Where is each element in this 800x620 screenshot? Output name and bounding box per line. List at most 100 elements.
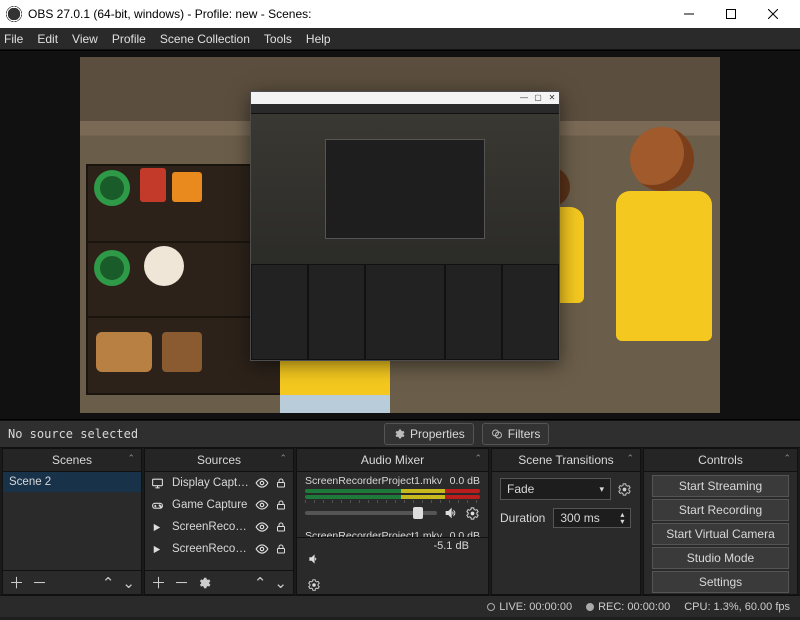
- play-icon: [151, 544, 166, 555]
- source-up-button[interactable]: ⌃: [254, 574, 267, 592]
- transition-duration-label: Duration: [500, 511, 545, 525]
- visibility-toggle[interactable]: [255, 476, 269, 490]
- remove-source-button[interactable]: －: [174, 572, 189, 593]
- preview-canvas[interactable]: —▢✕: [80, 57, 720, 413]
- transition-selected-label: Fade: [507, 482, 534, 496]
- chevron-up-icon[interactable]: ⌃: [783, 453, 791, 464]
- menu-profile[interactable]: Profile: [112, 32, 146, 46]
- source-item-label: Game Capture: [172, 499, 249, 511]
- speaker-icon[interactable]: [443, 505, 459, 521]
- lock-toggle[interactable]: [275, 477, 287, 489]
- gear-icon[interactable]: [465, 506, 480, 521]
- menu-view[interactable]: View: [72, 32, 98, 46]
- visibility-toggle[interactable]: [255, 520, 269, 534]
- visibility-toggle[interactable]: [255, 498, 269, 512]
- dock-sources: Sources ⌃ Display Capture Game Capture Scr…: [144, 448, 294, 595]
- chevron-up-icon[interactable]: ⌃: [474, 453, 482, 464]
- menu-file[interactable]: File: [4, 32, 23, 46]
- dock-scenes: Scenes ⌃ Scene 2 ＋ － ⌃ ⌄: [2, 448, 142, 595]
- lock-toggle[interactable]: [275, 499, 287, 511]
- dock-mixer-title: Audio Mixer: [361, 453, 424, 467]
- gear-icon: [393, 428, 405, 440]
- menu-tools[interactable]: Tools: [264, 32, 292, 46]
- transition-select[interactable]: Fade ▾: [500, 478, 611, 500]
- speaker-icon[interactable]: [307, 552, 478, 566]
- source-settings-button[interactable]: [197, 576, 211, 590]
- lock-toggle[interactable]: [275, 543, 287, 555]
- dock-controls-title: Controls: [698, 453, 743, 467]
- mixer-meter: [305, 495, 480, 499]
- lock-toggle[interactable]: [275, 521, 287, 533]
- chevron-down-icon: ▾: [599, 484, 604, 495]
- dock-controls-header[interactable]: Controls ⌃: [644, 449, 797, 472]
- dock-mixer-header[interactable]: Audio Mixer ⌃: [297, 449, 488, 472]
- filters-button[interactable]: Filters: [482, 423, 550, 445]
- status-bar: LIVE: 00:00:00 REC: 00:00:00 CPU: 1.3%, …: [0, 595, 800, 617]
- source-item-label: ScreenRecorderProject1: [172, 521, 249, 533]
- mixer-track-db: 0.0 dB: [450, 475, 480, 487]
- transition-duration-value: 300 ms: [560, 511, 599, 525]
- close-button[interactable]: [752, 0, 794, 28]
- window-title: OBS 27.0.1 (64-bit, windows) - Profile: …: [28, 7, 668, 21]
- mixer-footer: -5.1 dB: [297, 537, 488, 594]
- mixer-track-name: ScreenRecorderProject1.mkv: [305, 530, 442, 537]
- stepper-icon[interactable]: ▴▾: [620, 511, 624, 525]
- menu-scene-collection[interactable]: Scene Collection: [160, 32, 250, 46]
- chevron-up-icon[interactable]: ⌃: [279, 453, 287, 464]
- mixer-track: ScreenRecorderProject1.mkv 0.0 dB: [297, 472, 488, 527]
- scene-down-button[interactable]: ⌄: [122, 574, 135, 592]
- live-indicator-icon: [487, 603, 495, 611]
- filter-icon: [491, 428, 503, 440]
- chevron-up-icon[interactable]: ⌃: [626, 453, 634, 464]
- studio-mode-button[interactable]: Studio Mode: [652, 547, 789, 569]
- dock-audio-mixer: Audio Mixer ⌃ ScreenRecorderProject1.mkv…: [296, 448, 489, 595]
- properties-label: Properties: [410, 427, 465, 441]
- status-rec: REC: 00:00:00: [586, 601, 670, 613]
- menu-edit[interactable]: Edit: [37, 32, 58, 46]
- gear-icon[interactable]: [307, 578, 478, 592]
- volume-slider[interactable]: [305, 511, 437, 515]
- visibility-toggle[interactable]: [255, 542, 269, 556]
- start-recording-button[interactable]: Start Recording: [652, 499, 789, 521]
- dock-scenes-title: Scenes: [52, 453, 92, 467]
- docks-row: Scenes ⌃ Scene 2 ＋ － ⌃ ⌄ Sources ⌃ Displ…: [0, 448, 800, 595]
- dock-sources-header[interactable]: Sources ⌃: [145, 449, 293, 472]
- start-streaming-button[interactable]: Start Streaming: [652, 475, 789, 497]
- source-item-label: Display Capture: [172, 477, 249, 489]
- add-source-button[interactable]: ＋: [151, 572, 166, 593]
- gear-icon[interactable]: [617, 482, 632, 497]
- preview-area[interactable]: —▢✕: [0, 50, 800, 420]
- transition-duration-input[interactable]: 300 ms ▴▾: [553, 508, 631, 528]
- play-icon: [151, 522, 166, 533]
- mixer-track: ScreenRecorderProject1.mkv 0.0 dB: [297, 527, 488, 537]
- obs-icon: [6, 6, 22, 22]
- filters-label: Filters: [508, 427, 541, 441]
- mixer-track-db: 0.0 dB: [450, 530, 480, 537]
- source-item[interactable]: ScreenRecorderProject1: [145, 538, 293, 560]
- mixer-footer-db: -5.1 dB: [433, 540, 468, 552]
- menu-help[interactable]: Help: [306, 32, 331, 46]
- dock-transitions-title: Scene Transitions: [518, 453, 613, 467]
- remove-scene-button[interactable]: －: [32, 572, 47, 593]
- add-scene-button[interactable]: ＋: [9, 572, 24, 593]
- scene-item[interactable]: Scene 2: [3, 472, 141, 492]
- source-item[interactable]: Game Capture: [145, 494, 293, 516]
- menu-bar: File Edit View Profile Scene Collection …: [0, 28, 800, 50]
- dock-scenes-header[interactable]: Scenes ⌃: [3, 449, 141, 472]
- mixer-track-name: ScreenRecorderProject1.mkv: [305, 475, 442, 487]
- scene-item-label: Scene 2: [9, 476, 51, 488]
- minimize-button[interactable]: [668, 0, 710, 28]
- source-down-button[interactable]: ⌄: [274, 574, 287, 592]
- properties-button[interactable]: Properties: [384, 423, 474, 445]
- source-item[interactable]: ScreenRecorderProject1: [145, 516, 293, 538]
- settings-button[interactable]: Settings: [652, 571, 789, 593]
- start-virtual-camera-button[interactable]: Start Virtual Camera: [652, 523, 789, 545]
- chevron-up-icon[interactable]: ⌃: [127, 453, 135, 464]
- rec-indicator-icon: [586, 603, 594, 611]
- dock-transitions-header[interactable]: Scene Transitions ⌃: [492, 449, 640, 472]
- scene-up-button[interactable]: ⌃: [102, 574, 115, 592]
- status-cpu: CPU: 1.3%, 60.00 fps: [684, 601, 790, 613]
- maximize-button[interactable]: [710, 0, 752, 28]
- source-item[interactable]: Display Capture: [145, 472, 293, 494]
- dock-sources-title: Sources: [197, 453, 241, 467]
